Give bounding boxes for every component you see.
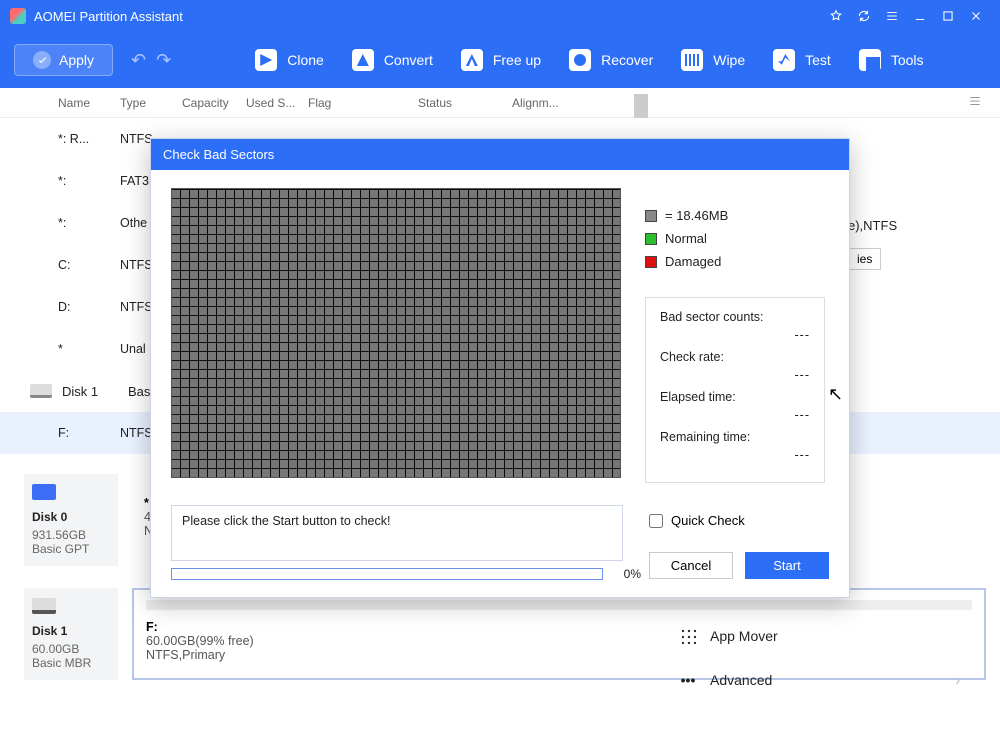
disk-card[interactable]: Disk 1 60.00GB Basic MBR — [24, 588, 118, 680]
convert-button[interactable]: Convert — [342, 43, 443, 77]
legend-swatch-unit — [645, 210, 657, 222]
more-icon: ••• — [680, 672, 696, 688]
minimize-icon[interactable] — [906, 2, 934, 30]
wizard-sidebar: App Mover ••• Advanced › — [680, 614, 980, 702]
menu-icon[interactable] — [878, 2, 906, 30]
start-button[interactable]: Start — [745, 552, 829, 579]
progress-percent: 0% — [613, 567, 641, 581]
chevron-right-icon: › — [955, 672, 960, 688]
col-flag[interactable]: Flag — [308, 96, 418, 110]
col-used[interactable]: Used S... — [246, 96, 308, 110]
apply-button[interactable]: Apply — [14, 44, 113, 76]
refresh-icon[interactable] — [850, 2, 878, 30]
legend-swatch-damaged — [645, 256, 657, 268]
check-bad-sectors-dialog: Check Bad Sectors = 18.46MB Normal Damag… — [150, 138, 850, 598]
test-button[interactable]: Test — [763, 43, 841, 77]
progress-bar — [171, 568, 603, 580]
clone-button[interactable]: Clone — [245, 43, 334, 77]
test-icon — [773, 49, 795, 71]
convert-icon — [352, 49, 374, 71]
partition-table-header: Name Type Capacity Used S... Flag Status… — [0, 88, 1000, 118]
col-type[interactable]: Type — [120, 96, 182, 110]
close-icon[interactable] — [962, 2, 990, 30]
legend-swatch-normal — [645, 233, 657, 245]
favorite-icon[interactable] — [822, 2, 850, 30]
properties-button-fragment[interactable]: ies — [848, 248, 881, 270]
quick-check-checkbox[interactable]: Quick Check — [649, 513, 829, 528]
recover-button[interactable]: Recover — [559, 43, 663, 77]
clone-icon — [255, 49, 277, 71]
message-box: Please click the Start button to check! — [171, 505, 623, 561]
partition-summary-text: e),NTFS — [848, 218, 897, 233]
wipe-button[interactable]: Wipe — [671, 43, 755, 77]
undo-icon[interactable]: ↶ — [131, 50, 146, 71]
disk-icon — [30, 384, 52, 398]
undo-redo-group: ↶ ↷ — [131, 50, 171, 71]
progress-row: 0% — [171, 567, 641, 581]
main-toolbar: Apply ↶ ↷ Clone Convert Free up Recover … — [0, 32, 1000, 88]
sector-grid — [171, 188, 621, 478]
app-logo-icon — [10, 8, 26, 24]
column-options-icon[interactable] — [968, 94, 992, 111]
col-name[interactable]: Name — [58, 96, 120, 110]
col-capacity[interactable]: Capacity — [182, 96, 246, 110]
dialog-title: Check Bad Sectors — [151, 139, 849, 170]
cancel-button[interactable]: Cancel — [649, 552, 733, 579]
disk-icon — [32, 598, 56, 614]
wipe-icon — [681, 49, 703, 71]
usage-bar — [146, 600, 972, 610]
freeup-button[interactable]: Free up — [451, 43, 551, 77]
tools-icon — [859, 49, 881, 71]
grid-icon — [680, 628, 696, 644]
sidebar-item-advanced[interactable]: ••• Advanced › — [680, 658, 980, 702]
quick-check-input[interactable] — [649, 514, 663, 528]
titlebar: AOMEI Partition Assistant — [0, 0, 1000, 32]
disk-icon — [32, 484, 56, 500]
tools-button[interactable]: Tools — [849, 43, 934, 77]
legend: = 18.46MB Normal Damaged — [645, 208, 825, 269]
apply-label: Apply — [59, 52, 94, 68]
scrollbar-thumb[interactable] — [634, 94, 648, 118]
disk-card[interactable]: Disk 0 931.56GB Basic GPT — [24, 474, 118, 566]
check-icon — [33, 51, 51, 69]
col-align[interactable]: Alignm... — [512, 96, 568, 110]
recover-icon — [569, 49, 591, 71]
freeup-icon — [461, 49, 483, 71]
stats-box: Bad sector counts: --- Check rate: --- E… — [645, 297, 825, 483]
redo-icon[interactable]: ↷ — [156, 50, 171, 71]
col-status[interactable]: Status — [418, 96, 512, 110]
sidebar-item-appmover[interactable]: App Mover — [680, 614, 980, 658]
maximize-icon[interactable] — [934, 2, 962, 30]
window-title: AOMEI Partition Assistant — [34, 9, 822, 24]
